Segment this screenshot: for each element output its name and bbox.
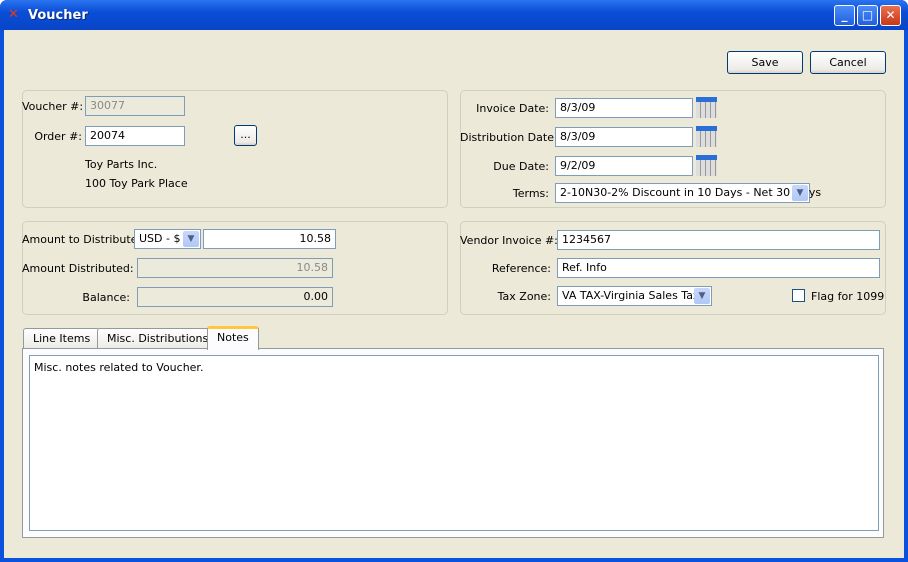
tab-misc-distributions[interactable]: Misc. Distributions	[97, 328, 219, 349]
maximize-button[interactable]: □	[857, 5, 878, 26]
window-title: Voucher	[28, 8, 88, 23]
voucher-label: Voucher #:	[22, 100, 84, 113]
chevron-down-icon[interactable]: ▼	[694, 288, 710, 304]
flag-1099-label: Flag for 1099	[811, 290, 885, 303]
vendor-name: Toy Parts Inc.	[85, 158, 158, 171]
reference-field[interactable]: Ref. Info	[557, 258, 880, 278]
reference-label: Reference:	[491, 262, 551, 275]
voucher-number-field[interactable]: 30077	[85, 96, 185, 116]
order-number-field[interactable]: 20074	[85, 126, 185, 146]
amount-to-distribute-field[interactable]: 10.58	[203, 229, 336, 249]
save-button[interactable]: Save	[727, 51, 803, 74]
terms-value: 2-10N30-2% Discount in 10 Days - Net 30 …	[560, 186, 822, 199]
terms-label: Terms:	[512, 187, 549, 200]
title-bar: ✕ Voucher _ □ ✕	[0, 0, 908, 30]
window-content: Save Cancel Voucher #: 30077 Order #: 20…	[4, 30, 904, 558]
calendar-icon[interactable]	[696, 155, 717, 176]
calendar-icon[interactable]	[696, 97, 717, 118]
vendor-address: 100 Toy Park Place	[85, 177, 188, 190]
currency-select[interactable]: USD - $ ▼	[134, 229, 201, 249]
tab-notes[interactable]: Notes	[207, 326, 259, 350]
terms-select[interactable]: 2-10N30-2% Discount in 10 Days - Net 30 …	[555, 183, 821, 203]
vendor-invoice-label: Vendor Invoice #:	[460, 234, 558, 247]
app-icon: ✕	[8, 7, 19, 22]
close-button[interactable]: ✕	[880, 5, 901, 26]
order-lookup-button[interactable]: ...	[234, 125, 257, 146]
due-date-label: Due Date:	[493, 160, 549, 173]
vendor-invoice-field[interactable]: 1234567	[557, 230, 880, 250]
notes-textarea[interactable]: Misc. notes related to Voucher.	[29, 355, 879, 531]
due-date-field[interactable]: 9/2/09	[555, 156, 693, 176]
balance-field: 0.00	[137, 287, 333, 307]
distribution-date-field[interactable]: 8/3/09	[555, 127, 693, 147]
currency-value: USD - $	[139, 232, 181, 245]
invoice-date-field[interactable]: 8/3/09	[555, 98, 693, 118]
notes-tab-panel: Misc. notes related to Voucher.	[22, 348, 884, 538]
amount-distributed-field: 10.58	[137, 258, 333, 278]
flag-1099-checkbox[interactable]	[792, 289, 805, 302]
chevron-down-icon[interactable]: ▼	[792, 185, 808, 201]
tax-zone-label: Tax Zone:	[497, 290, 551, 303]
chevron-down-icon[interactable]: ▼	[183, 231, 199, 247]
calendar-icon[interactable]	[696, 126, 717, 147]
cancel-button[interactable]: Cancel	[810, 51, 886, 74]
amount-distributed-label: Amount Distributed:	[22, 262, 134, 275]
amount-to-distribute-label: Amount to Distribute:	[22, 233, 142, 246]
voucher-window: ✕ Voucher _ □ ✕ Save Cancel Voucher #: 3…	[0, 0, 908, 562]
invoice-date-label: Invoice Date:	[476, 102, 549, 115]
tax-zone-select[interactable]: VA TAX-Virginia Sales Tax ▼	[557, 286, 712, 306]
tab-line-items[interactable]: Line Items	[23, 328, 101, 349]
minimize-button[interactable]: _	[834, 5, 855, 26]
tax-zone-value: VA TAX-Virginia Sales Tax	[562, 289, 700, 302]
order-label: Order #:	[34, 130, 82, 143]
balance-label: Balance:	[82, 291, 130, 304]
distribution-date-label: Distribution Date:	[460, 131, 558, 144]
